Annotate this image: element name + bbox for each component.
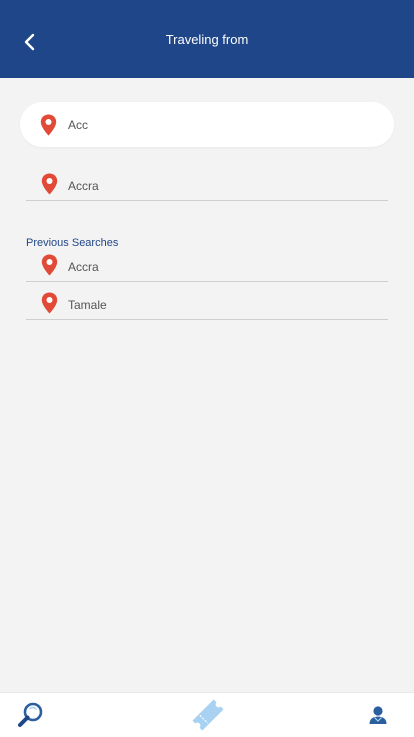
search-input[interactable] xyxy=(68,115,368,135)
previous-search-item[interactable]: Tamale xyxy=(26,289,388,320)
previous-search-label: Tamale xyxy=(68,298,107,312)
previous-searches-heading: Previous Searches xyxy=(26,237,119,249)
map-pin-icon xyxy=(41,292,58,314)
ticket-icon xyxy=(192,699,224,731)
suggestion-label: Accra xyxy=(68,179,99,193)
previous-search-label: Accra xyxy=(68,260,99,274)
user-icon xyxy=(369,706,387,724)
map-pin-icon xyxy=(41,254,58,276)
bottom-navigation xyxy=(0,692,414,737)
search-box[interactable] xyxy=(20,102,394,147)
nav-profile-button[interactable] xyxy=(358,693,398,737)
page-title: Traveling from xyxy=(165,32,249,47)
nav-tickets-button[interactable] xyxy=(186,693,230,737)
previous-search-item[interactable]: Accra xyxy=(26,251,388,282)
suggestion-item[interactable]: Accra xyxy=(26,170,388,201)
map-pin-icon xyxy=(40,114,57,136)
map-pin-icon xyxy=(41,173,58,195)
search-icon xyxy=(18,702,43,727)
nav-search-button[interactable] xyxy=(8,693,54,737)
app-header: Traveling from xyxy=(0,0,414,78)
